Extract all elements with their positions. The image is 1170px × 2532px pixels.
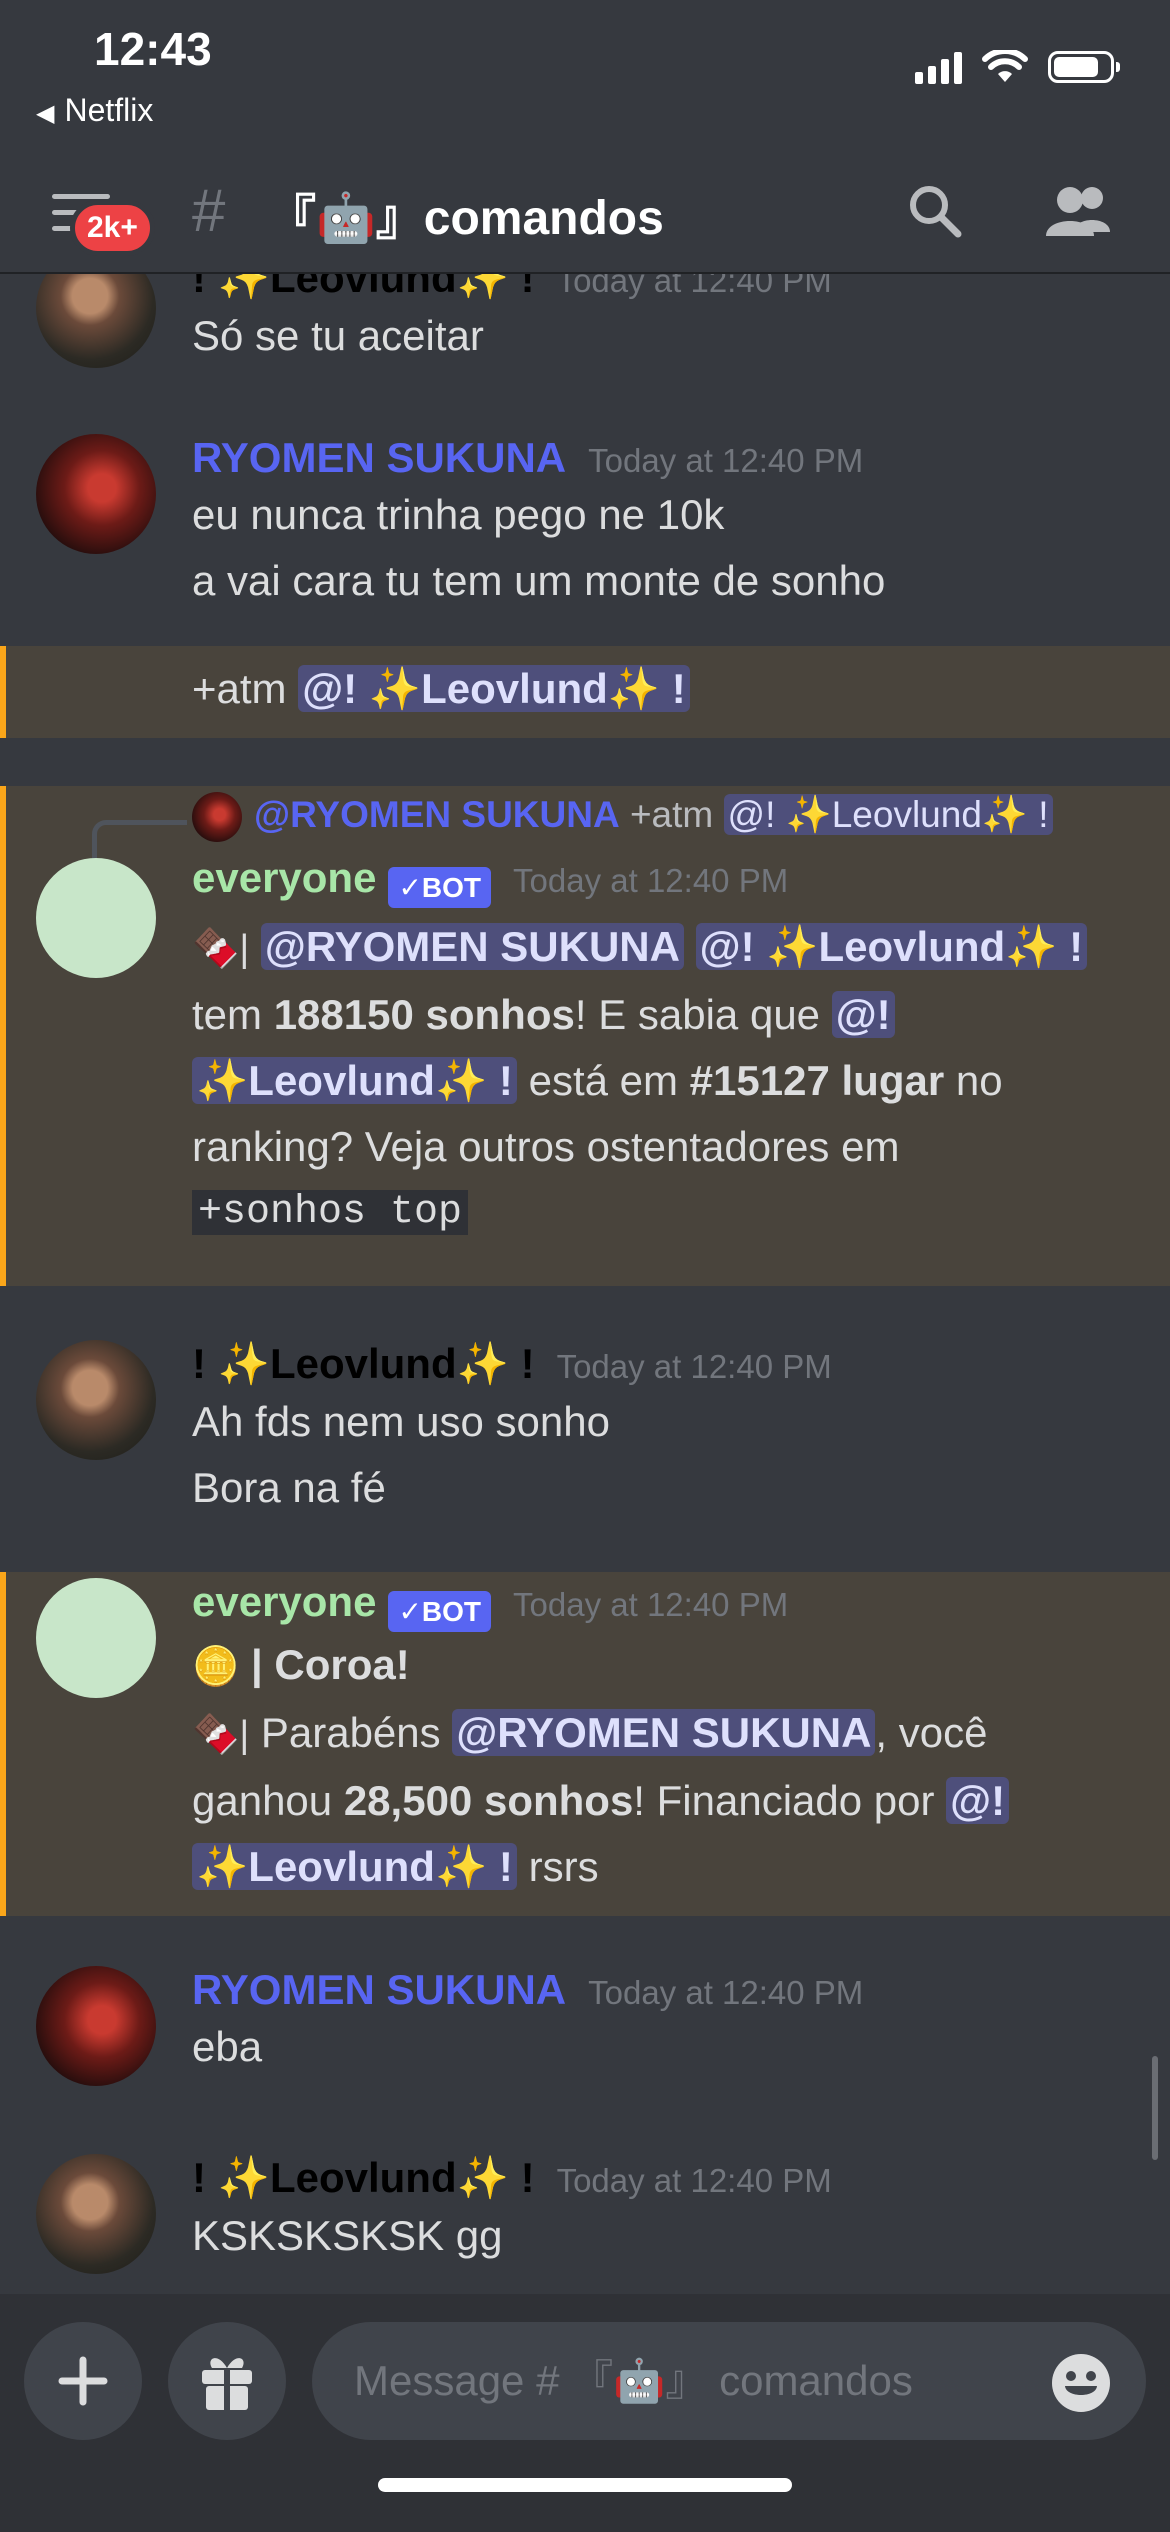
channel-hash-icon: # — [192, 177, 226, 244]
bot-tag: ✓BOT — [388, 867, 492, 909]
channel-name[interactable]: 『🤖』comandos — [268, 178, 664, 248]
timestamp: Today at 12:40 PM — [513, 1586, 789, 1623]
message-text: , você — [875, 1709, 988, 1757]
author-name[interactable]: ! ✨Leovlund✨ ! — [192, 2154, 535, 2201]
reply-preview[interactable]: @RYOMEN SUKUNA +atm @! ✨Leovlund✨ ! — [192, 792, 1053, 842]
message-text: Ah fds nem uso sonho — [192, 1398, 610, 1445]
cellular-signal-icon — [915, 50, 962, 84]
plus-icon — [58, 2356, 108, 2406]
author-name[interactable]: ! ✨Leovlund✨ ! — [192, 1340, 535, 1387]
message-text: eba — [192, 2023, 263, 2070]
avatar[interactable] — [36, 1340, 156, 1460]
avatar[interactable] — [36, 1578, 156, 1698]
message-item[interactable]: ! ✨Leovlund✨ ! Today at 12:40 PM Só se tu… — [0, 274, 1170, 368]
author-name[interactable]: ! ✨Leovlund✨ ! — [192, 274, 535, 301]
message-text: KSKSKSKSK gg — [192, 2212, 503, 2259]
avatar[interactable] — [36, 1966, 156, 2086]
timestamp: Today at 12:40 PM — [588, 1974, 864, 2011]
message-text: tem — [192, 991, 274, 1039]
message-text: ranking? Veja outros ostentadores em — [192, 1123, 900, 1171]
status-bar: 12:43 ◀ Netflix — [0, 0, 1170, 160]
avatar[interactable] — [36, 858, 156, 978]
back-arrow-icon: ◀ — [36, 100, 55, 127]
add-attachment-button[interactable] — [24, 2322, 142, 2440]
message-item[interactable]: RYOMEN SUKUNA Today at 12:40 PM eba — [0, 1966, 1170, 2106]
message-text: ! Financiado por — [633, 1777, 947, 1825]
timestamp: Today at 12:40 PM — [513, 862, 789, 899]
message-text: ! E sabia que — [574, 991, 832, 1039]
unread-badge: 2k+ — [70, 200, 155, 256]
channel-header: 2k+ # 『🤖』comandos — [0, 160, 1170, 274]
bold-text: 28,500 sonhos — [343, 1777, 634, 1825]
timestamp: Today at 12:40 PM — [556, 2162, 832, 2199]
message-text: Só se tu aceitar — [192, 312, 484, 359]
message-text: a vai cara tu tem um monte de sonho — [192, 557, 886, 604]
message-text: rsrs — [516, 1843, 599, 1891]
timestamp: Today at 12:40 PM — [556, 274, 832, 299]
user-mention[interactable]: ✨Leovlund✨ ! — [192, 1843, 517, 1891]
message-text: está em — [516, 1057, 690, 1105]
bold-text: #15127 lugar — [689, 1057, 945, 1105]
gift-button[interactable] — [168, 2322, 286, 2440]
emoji-icon[interactable] — [1050, 2352, 1112, 2414]
user-mention[interactable]: @! — [831, 991, 895, 1039]
bot-tag: ✓BOT — [388, 1591, 492, 1633]
wifi-icon — [982, 50, 1028, 82]
members-icon[interactable] — [1044, 180, 1116, 240]
message-text: Bora na fé — [192, 1464, 386, 1511]
status-icons — [915, 50, 1120, 84]
user-mention[interactable]: @! — [946, 1777, 1010, 1825]
user-mention[interactable]: @! ✨Leovlund✨ ! — [695, 923, 1088, 971]
message-text: ganhou — [192, 1777, 344, 1825]
bold-text: | Coroa! — [251, 1641, 410, 1689]
user-mention[interactable]: @RYOMEN SUKUNA — [452, 1709, 876, 1757]
gift-icon — [202, 2358, 252, 2410]
message-item[interactable]: RYOMEN SUKUNA Today at 12:40 PM eu nunca … — [0, 434, 1170, 634]
message-input[interactable] — [312, 2322, 1146, 2440]
message-text: Parabéns — [249, 1709, 453, 1757]
emoji: 🍫| — [192, 1714, 250, 1757]
status-time: 12:43 — [94, 23, 212, 75]
timestamp: Today at 12:40 PM — [588, 442, 864, 479]
scrollbar[interactable] — [1152, 2056, 1158, 2160]
bold-text: 188150 sonhos — [273, 991, 575, 1039]
message-text: eu nunca trinha pego ne 10k — [192, 491, 725, 538]
bot-message[interactable]: @RYOMEN SUKUNA +atm @! ✨Leovlund✨ ! ever… — [0, 786, 1170, 1286]
author-name[interactable]: everyone — [192, 1578, 376, 1625]
reply-mention[interactable]: @! ✨Leovlund✨ ! — [723, 793, 1053, 835]
mention-highlight-message[interactable]: +atm @! ✨Leovlund✨ ! — [0, 646, 1170, 738]
author-name[interactable]: RYOMEN SUKUNA — [192, 434, 566, 481]
back-app-label: Netflix — [64, 92, 154, 128]
message-list[interactable]: ! ✨Leovlund✨ ! Today at 12:40 PM Só se tu… — [0, 274, 1170, 2294]
reply-avatar — [192, 792, 242, 842]
coin-icon: 🪙 — [192, 1646, 240, 1689]
reply-author[interactable]: @RYOMEN SUKUNA — [254, 794, 620, 835]
timestamp: Today at 12:40 PM — [556, 1348, 832, 1385]
message-item[interactable]: ! ✨Leovlund✨ ! Today at 12:40 PM KSKSKSKS… — [0, 2150, 1170, 2290]
back-to-app-link[interactable]: ◀ Netflix — [36, 92, 153, 129]
command-text: +atm — [192, 665, 287, 712]
author-name[interactable]: everyone — [192, 854, 376, 901]
emoji: 🍫| — [192, 928, 250, 971]
avatar[interactable] — [36, 274, 156, 368]
user-mention[interactable]: @! ✨Leovlund✨ ! — [298, 665, 690, 712]
user-mention[interactable]: ✨Leovlund✨ ! — [192, 1057, 517, 1105]
home-indicator[interactable] — [378, 2478, 792, 2492]
message-text: no — [944, 1057, 1003, 1105]
avatar[interactable] — [36, 434, 156, 554]
author-name[interactable]: RYOMEN SUKUNA — [192, 1966, 566, 2013]
search-icon[interactable] — [904, 180, 964, 240]
battery-icon — [1048, 51, 1120, 83]
user-mention[interactable]: @RYOMEN SUKUNA — [260, 923, 684, 971]
bot-message[interactable]: everyone ✓BOT Today at 12:40 PM 🪙 | Coroa!… — [0, 1572, 1170, 1916]
composer-bar — [0, 2294, 1170, 2532]
inline-code: +sonhos top — [192, 1190, 469, 1236]
message-item[interactable]: ! ✨Leovlund✨ ! Today at 12:40 PM Ah fds n… — [0, 1314, 1170, 1554]
reply-text: +atm — [629, 793, 714, 835]
avatar[interactable] — [36, 2154, 156, 2274]
